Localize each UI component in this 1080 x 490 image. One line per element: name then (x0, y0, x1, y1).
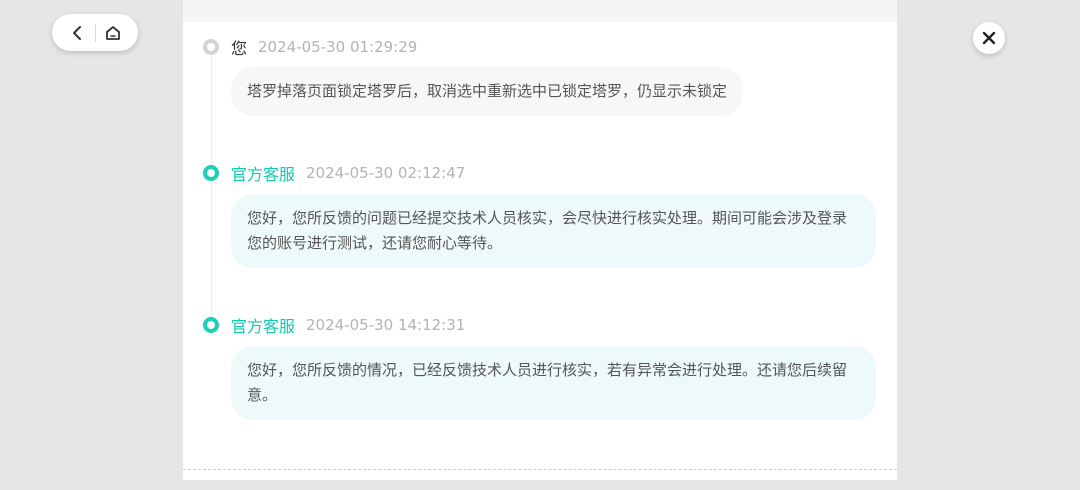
message-header: 您 2024-05-30 01:29:29 (203, 34, 417, 60)
message-bubble: 您好，您所反馈的问题已经提交技术人员核实，会尽快进行核实处理。期间可能会涉及登录… (231, 194, 876, 268)
message-time: 2024-05-30 14:12:31 (306, 316, 466, 334)
home-button[interactable] (102, 22, 124, 44)
message-bubble: 您好，您所反馈的情况，已经反馈技术人员进行核实，若有异常会进行处理。还请您后续留… (231, 346, 876, 420)
nav-pill (52, 14, 138, 51)
close-icon (982, 31, 996, 45)
timeline-dot-icon (203, 39, 219, 55)
sender-name: 官方客服 (231, 165, 296, 184)
message-time: 2024-05-30 01:29:29 (258, 38, 418, 56)
back-button[interactable] (66, 22, 88, 44)
message-header: 官方客服 2024-05-30 14:12:31 (203, 312, 465, 338)
timeline-dot-icon (203, 165, 219, 181)
close-button[interactable] (973, 22, 1005, 54)
chevron-left-icon (73, 25, 81, 40)
message-time: 2024-05-30 02:12:47 (306, 164, 466, 182)
timeline-line (211, 56, 212, 318)
panel-header-band (183, 0, 897, 22)
panel-divider (183, 469, 897, 470)
conversation-panel: 您 2024-05-30 01:29:29 塔罗掉落页面锁定塔罗后，取消选中重新… (183, 0, 897, 480)
timeline-dot-icon (203, 317, 219, 333)
sender-name: 您 (231, 39, 248, 58)
sender-name: 官方客服 (231, 317, 296, 336)
message-bubble: 塔罗掉落页面锁定塔罗后，取消选中重新选中已锁定塔罗，仍显示未锁定 (231, 67, 744, 116)
home-icon (106, 25, 120, 40)
message-header: 官方客服 2024-05-30 02:12:47 (203, 160, 465, 186)
nav-divider (94, 23, 96, 42)
